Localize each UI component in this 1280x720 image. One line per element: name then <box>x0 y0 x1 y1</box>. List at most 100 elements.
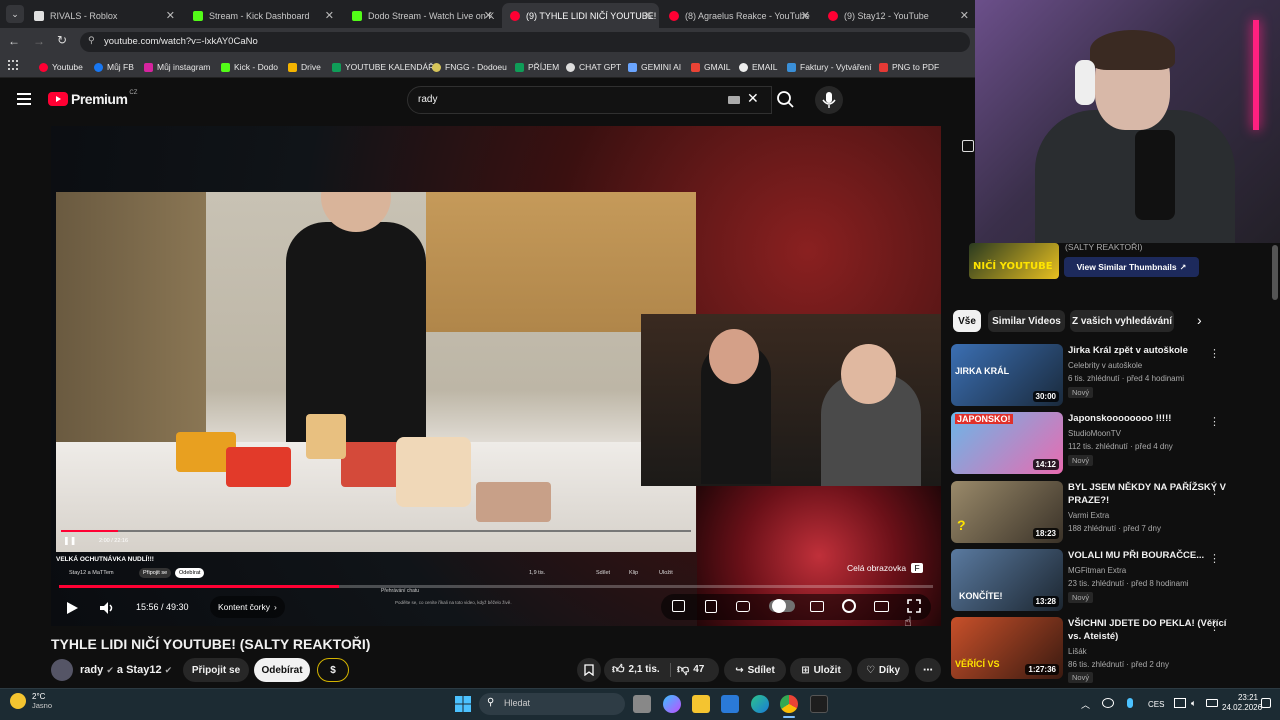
clock[interactable]: 23:21 24.02.2026 <box>1222 693 1262 712</box>
filter-chip-similar[interactable]: Similar Videos <box>988 310 1065 332</box>
browser-tab[interactable]: Stream - Kick Dashboard ✕ <box>185 3 340 28</box>
back-icon[interactable]: ← <box>8 34 20 48</box>
close-tab-icon[interactable]: ✕ <box>960 9 969 22</box>
transcript-icon[interactable] <box>705 600 717 613</box>
related-video[interactable]: KONČÍTE! 13:28 VOLALI MU PŘI BOURAČCE...… <box>951 549 1271 611</box>
kebab-menu-icon[interactable]: ⋮ <box>1209 552 1220 565</box>
bookmark-drive[interactable]: Drive <box>288 58 321 76</box>
video-player[interactable]: ❚❚ 2:00 / 22:16 VELKÁ OCHUTNÁVKA NUDLÍ!!… <box>51 126 941 626</box>
view-similar-thumbnails-button[interactable]: View Similar Thumbnails ↗ <box>1064 257 1199 277</box>
obs-icon[interactable] <box>810 695 828 713</box>
site-info-icon[interactable]: ⚲ <box>88 35 95 46</box>
browser-tab-active[interactable]: (9) TYHLE LIDI NIČÍ YOUTUBE! ( ✕ <box>502 3 659 28</box>
browser-tab[interactable]: (9) Stay12 - YouTube ✕ <box>820 3 975 28</box>
subtitles-icon[interactable] <box>810 601 824 612</box>
tray-mic-icon[interactable] <box>1127 698 1133 708</box>
battery-icon[interactable] <box>1206 699 1218 707</box>
autoplay-toggle[interactable] <box>769 599 795 613</box>
filter-chip-all[interactable]: Vše <box>953 310 981 332</box>
filter-chip-searches[interactable]: Z vašich vyhledávání <box>1070 310 1174 332</box>
keyboard-icon[interactable] <box>728 96 740 104</box>
bookmark-instagram[interactable]: Můj instagram <box>144 58 210 76</box>
edge-icon[interactable] <box>751 695 769 713</box>
clear-search-icon[interactable]: ✕ <box>747 90 759 107</box>
bookmark-gmail[interactable]: GMAIL <box>691 58 730 76</box>
close-tab-icon[interactable]: ✕ <box>484 9 493 22</box>
tab-search-button[interactable]: ⌄ <box>6 5 24 23</box>
kebab-menu-icon[interactable]: ⋮ <box>1209 484 1220 497</box>
network-icon[interactable] <box>1174 698 1186 708</box>
channel-avatar[interactable] <box>51 659 73 681</box>
bookmark-png-pdf[interactable]: PNG to PDF <box>879 58 939 76</box>
share-button[interactable]: ↪ Sdílet <box>724 658 786 682</box>
related-video[interactable]: JIRKA KRÁL 30:00 Jirka Král zpět v autoš… <box>951 344 1271 406</box>
chevron-right-icon[interactable]: › <box>1197 312 1202 328</box>
bookmark-prijem[interactable]: PŘÍJEM <box>515 58 559 76</box>
miniplayer-icon[interactable] <box>672 600 685 612</box>
address-bar[interactable]: ⚲ youtube.com/watch?v=-lxkAY0CaNo <box>80 32 970 52</box>
kebab-menu-icon[interactable]: ⋮ <box>1209 620 1220 633</box>
browser-tab[interactable]: Dodo Stream - Watch Live on K ✕ <box>344 3 499 28</box>
forward-icon[interactable]: → <box>33 34 45 48</box>
voice-search-button[interactable] <box>815 86 843 114</box>
taskbar-search[interactable]: ⚲ Hledat <box>479 693 625 715</box>
apps-icon[interactable] <box>8 60 18 70</box>
notification-icon[interactable] <box>1261 698 1271 708</box>
like-button[interactable]: 👍︎ 2,1 tis. <box>612 662 660 677</box>
live-chat-icon[interactable] <box>962 140 974 152</box>
bookmark-button[interactable] <box>577 658 601 682</box>
close-tab-icon[interactable]: ✕ <box>166 9 175 22</box>
more-actions-button[interactable]: ⋯ <box>915 658 941 682</box>
search-input[interactable]: rady ✕ <box>407 86 772 114</box>
task-view-icon[interactable] <box>633 695 651 713</box>
bookmark-email[interactable]: EMAIL <box>739 58 778 76</box>
tray-chevron-icon[interactable]: ︿ <box>1081 698 1090 711</box>
close-tab-icon[interactable]: ✕ <box>801 9 810 22</box>
close-tab-icon[interactable]: ✕ <box>325 9 334 22</box>
bookmark-youtube[interactable]: Youtube <box>39 58 83 76</box>
bookmark-chatgpt[interactable]: CHAT GPT <box>566 58 621 76</box>
weather-widget[interactable]: 2°C Jasno <box>10 692 52 710</box>
bookmark-fngg[interactable]: FNGG - Dodoeu <box>432 58 507 76</box>
bookmark-calendar[interactable]: YOUTUBE KALENDÁŘ <box>332 58 434 76</box>
bookmark-faktury[interactable]: Faktury - Vytváření <box>787 58 871 76</box>
tray-sync-icon[interactable] <box>1102 698 1114 708</box>
chrome-icon[interactable] <box>780 695 798 713</box>
related-video[interactable]: VĚŘÍCÍ VS 1:27:36 VŠICHNI JDETE DO PEKLA… <box>951 617 1271 683</box>
copilot-icon[interactable] <box>663 695 681 713</box>
subscribe-button[interactable]: Odebírat <box>254 658 310 682</box>
related-video[interactable]: ? 18:23 BYL JSEM NĚKDY NA PAŘÍŽSKÝ V PRA… <box>951 481 1271 543</box>
join-button[interactable]: Připojit se <box>183 658 249 682</box>
page-scrollbar[interactable] <box>1272 245 1278 300</box>
thanks-dollar-button[interactable]: $ <box>317 658 349 682</box>
search-button[interactable] <box>772 86 802 114</box>
bookmark-facebook[interactable]: Můj FB <box>94 58 134 76</box>
bookmark-gemini[interactable]: GEMINI AI <box>628 58 681 76</box>
youtube-logo[interactable]: Premium CZ <box>48 90 137 107</box>
reload-icon[interactable]: ↻ <box>57 33 67 47</box>
fullscreen-icon[interactable] <box>907 599 921 613</box>
related-video[interactable]: JAPONSKO! 14:12 Japonskoooooooo !!!!! St… <box>951 412 1271 474</box>
speaker-icon[interactable]: 🔈︎ <box>1191 698 1196 709</box>
browser-tab[interactable]: RIVALS - Roblox ✕ <box>26 3 181 28</box>
close-tab-icon[interactable]: ✕ <box>644 9 653 22</box>
channel-name[interactable]: rady ✔ a Stay12 ✔ <box>80 664 172 676</box>
windows-start-icon[interactable] <box>455 696 471 712</box>
save-button[interactable]: ⊞ Uložit <box>790 658 852 682</box>
play-button[interactable] <box>65 601 79 615</box>
settings-icon[interactable] <box>842 599 856 613</box>
kebab-menu-icon[interactable]: ⋮ <box>1209 415 1220 428</box>
chapter-button[interactable]: Kontent čorky › <box>210 596 285 618</box>
camera-icon[interactable] <box>736 601 750 612</box>
volume-button[interactable] <box>99 601 115 615</box>
language-indicator[interactable]: CES <box>1148 700 1164 709</box>
menu-icon[interactable] <box>17 93 31 105</box>
mail-icon[interactable] <box>721 695 739 713</box>
theater-mode-icon[interactable] <box>874 601 889 612</box>
browser-tab[interactable]: (8) Agraelus Reakce - YouTube ✕ <box>661 3 816 28</box>
dislike-button[interactable]: 👎︎ 47 <box>677 662 704 677</box>
kebab-menu-icon[interactable]: ⋮ <box>1209 347 1220 360</box>
top-video-thumbnail[interactable]: NIČÍ YOUTUBE <box>969 243 1059 279</box>
file-explorer-icon[interactable] <box>692 695 710 713</box>
thanks-button[interactable]: ♡ Díky <box>857 658 909 682</box>
